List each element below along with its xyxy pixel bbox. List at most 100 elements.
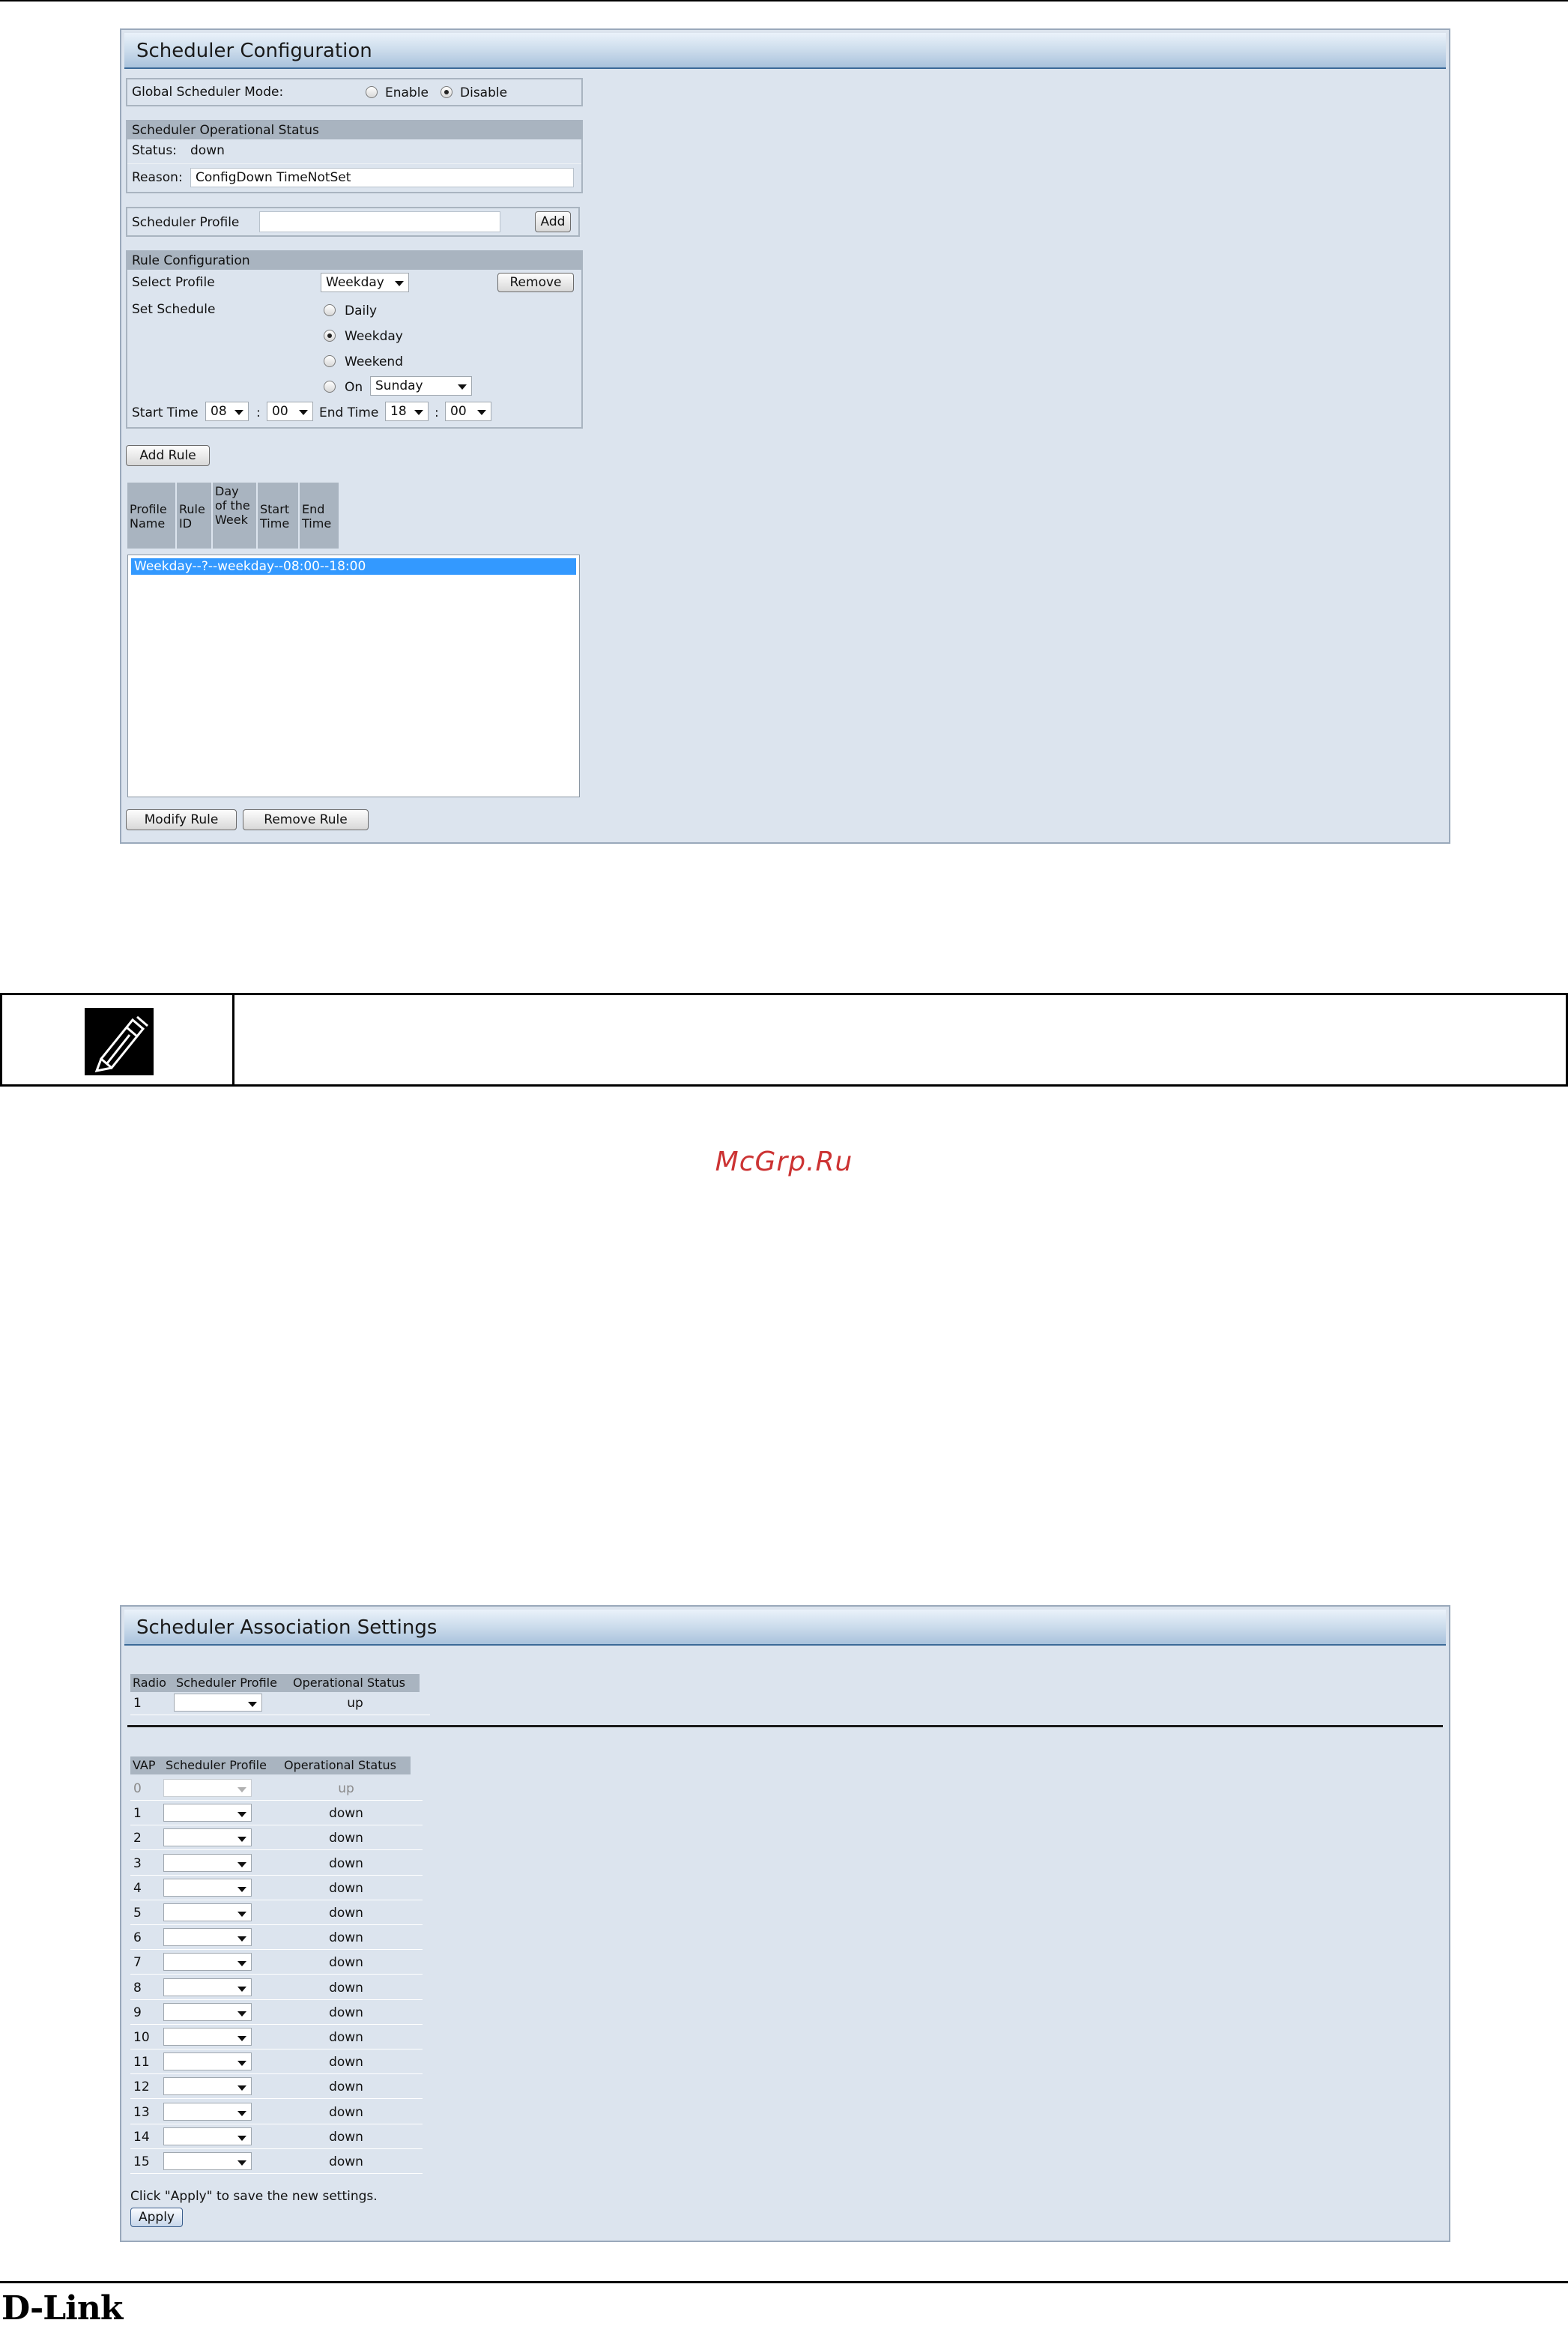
vap-status: down xyxy=(329,1955,363,1971)
add-profile-button[interactable]: Add xyxy=(535,211,571,232)
global-mode-box: Global Scheduler Mode: Enable Disable xyxy=(126,78,583,106)
row-divider xyxy=(130,2148,423,2149)
vap-profile-dropdown[interactable] xyxy=(163,1903,252,1921)
vap-profile-dropdown[interactable] xyxy=(163,1828,252,1847)
schedule-daily-label: Daily xyxy=(345,303,378,318)
end-hour-dropdown[interactable]: 18 xyxy=(385,402,429,421)
header-vap-status: Operational Status xyxy=(282,1756,411,1774)
schedule-on-radio[interactable] xyxy=(324,381,336,393)
select-profile-label: Select Profile xyxy=(132,275,215,290)
note-divider xyxy=(232,995,234,1084)
end-minute-dropdown[interactable]: 00 xyxy=(445,402,491,421)
vap-profile-dropdown[interactable] xyxy=(163,1853,252,1872)
radio-status: up xyxy=(347,1696,363,1711)
enable-radio[interactable] xyxy=(366,86,378,98)
header-day-of-week: Day of the Week xyxy=(213,483,256,549)
bottom-rule xyxy=(0,2281,1568,2283)
reason-field: ConfigDown TimeNotSet xyxy=(190,168,574,187)
vap-id: 1 xyxy=(133,1806,142,1822)
chevron-down-icon xyxy=(237,2085,246,2091)
start-hour-dropdown[interactable]: 08 xyxy=(205,402,249,421)
row-divider xyxy=(130,1949,423,1951)
modify-rule-button[interactable]: Modify Rule xyxy=(126,809,237,830)
vap-status: down xyxy=(329,1980,363,1996)
row-divider xyxy=(130,1999,423,2000)
chevron-down-icon xyxy=(237,1912,246,1917)
remove-rule-button[interactable]: Remove Rule xyxy=(243,809,369,830)
on-day-dropdown[interactable]: Sunday xyxy=(370,376,472,396)
schedule-weekend-radio[interactable] xyxy=(324,355,336,367)
apply-button[interactable]: Apply xyxy=(130,2208,183,2227)
vap-id: 6 xyxy=(133,1930,142,1946)
dlink-logo: D-Link xyxy=(1,2289,123,2328)
select-profile-value: Weekday xyxy=(326,275,384,290)
section-separator xyxy=(127,1725,1443,1727)
row-divider xyxy=(130,1974,423,1975)
panel-title: Scheduler Configuration xyxy=(124,33,1446,69)
vap-status: down xyxy=(329,1930,363,1946)
reason-label: Reason: xyxy=(132,170,183,185)
row-divider xyxy=(130,2173,423,2174)
chevron-down-icon xyxy=(237,2061,246,2067)
vap-profile-dropdown[interactable] xyxy=(163,2052,252,2071)
row-divider xyxy=(130,1800,423,1801)
vap-profile-dropdown[interactable] xyxy=(163,1953,252,1972)
radio-profile-dropdown[interactable] xyxy=(174,1694,262,1712)
chevron-down-icon xyxy=(237,1986,246,1992)
select-profile-dropdown[interactable]: Weekday xyxy=(321,273,409,292)
row-divider xyxy=(130,2073,423,2075)
remove-profile-button[interactable]: Remove xyxy=(497,273,574,292)
chevron-down-icon xyxy=(248,1702,257,1707)
vap-profile-dropdown[interactable] xyxy=(163,2127,252,2145)
add-rule-button[interactable]: Add Rule xyxy=(126,445,210,466)
vap-profile-dropdown[interactable] xyxy=(163,2028,252,2046)
schedule-daily-radio[interactable] xyxy=(324,304,336,316)
schedule-weekend-label: Weekend xyxy=(345,354,403,369)
start-hour-value: 08 xyxy=(211,404,227,419)
chevron-down-icon xyxy=(237,1812,246,1818)
vap-profile-dropdown[interactable] xyxy=(163,2152,252,2170)
start-minute-value: 00 xyxy=(272,404,288,419)
vap-profile-dropdown[interactable] xyxy=(163,1928,252,1947)
chevron-down-icon xyxy=(237,2036,246,2041)
chevron-down-icon xyxy=(237,2135,246,2141)
chevron-down-icon xyxy=(237,1837,246,1843)
schedule-weekday-radio[interactable] xyxy=(324,330,336,342)
vap-profile-dropdown[interactable] xyxy=(163,2077,252,2096)
chevron-down-icon xyxy=(237,1787,246,1792)
vap-id: 8 xyxy=(133,1980,142,1996)
divider xyxy=(127,163,581,164)
vap-profile-dropdown[interactable] xyxy=(163,1878,252,1897)
rule-list[interactable]: Weekday--?--weekday--08:00--18:00 xyxy=(127,555,580,797)
rule-configuration-header: Rule Configuration xyxy=(127,252,581,270)
header-end-time: End Time xyxy=(300,483,339,549)
chevron-down-icon xyxy=(237,2160,246,2166)
vap-status: down xyxy=(329,2030,363,2045)
global-mode-label: Global Scheduler Mode: xyxy=(132,85,284,100)
vap-id: 14 xyxy=(133,2129,150,2145)
chevron-down-icon xyxy=(414,410,423,415)
on-day-value: Sunday xyxy=(375,378,423,393)
list-item[interactable]: Weekday--?--weekday--08:00--18:00 xyxy=(131,558,576,575)
chevron-down-icon xyxy=(237,1936,246,1942)
schedule-on-label: On xyxy=(345,380,363,395)
vap-profile-dropdown[interactable] xyxy=(163,2002,252,2021)
disable-radio[interactable] xyxy=(441,86,452,98)
chevron-down-icon xyxy=(237,1886,246,1892)
row-divider xyxy=(130,2023,423,2025)
schedule-weekday-label: Weekday xyxy=(345,329,403,344)
start-minute-dropdown[interactable]: 00 xyxy=(267,402,313,421)
vap-profile-dropdown[interactable] xyxy=(163,2102,252,2121)
vap-profile-dropdown[interactable] xyxy=(163,1978,252,1996)
radio-id: 1 xyxy=(133,1696,142,1711)
disable-label: Disable xyxy=(460,85,508,100)
vap-profile-dropdown[interactable] xyxy=(163,1804,252,1822)
pencil-note-icon xyxy=(85,1008,154,1075)
vap-status: down xyxy=(329,1806,363,1822)
vap-status: down xyxy=(329,2079,363,2095)
vap-id: 4 xyxy=(133,1880,142,1896)
vap-id: 5 xyxy=(133,1906,142,1921)
row-divider xyxy=(130,2098,423,2100)
header-vap-profile: Scheduler Profile xyxy=(163,1756,282,1774)
scheduler-profile-input[interactable] xyxy=(259,211,500,232)
